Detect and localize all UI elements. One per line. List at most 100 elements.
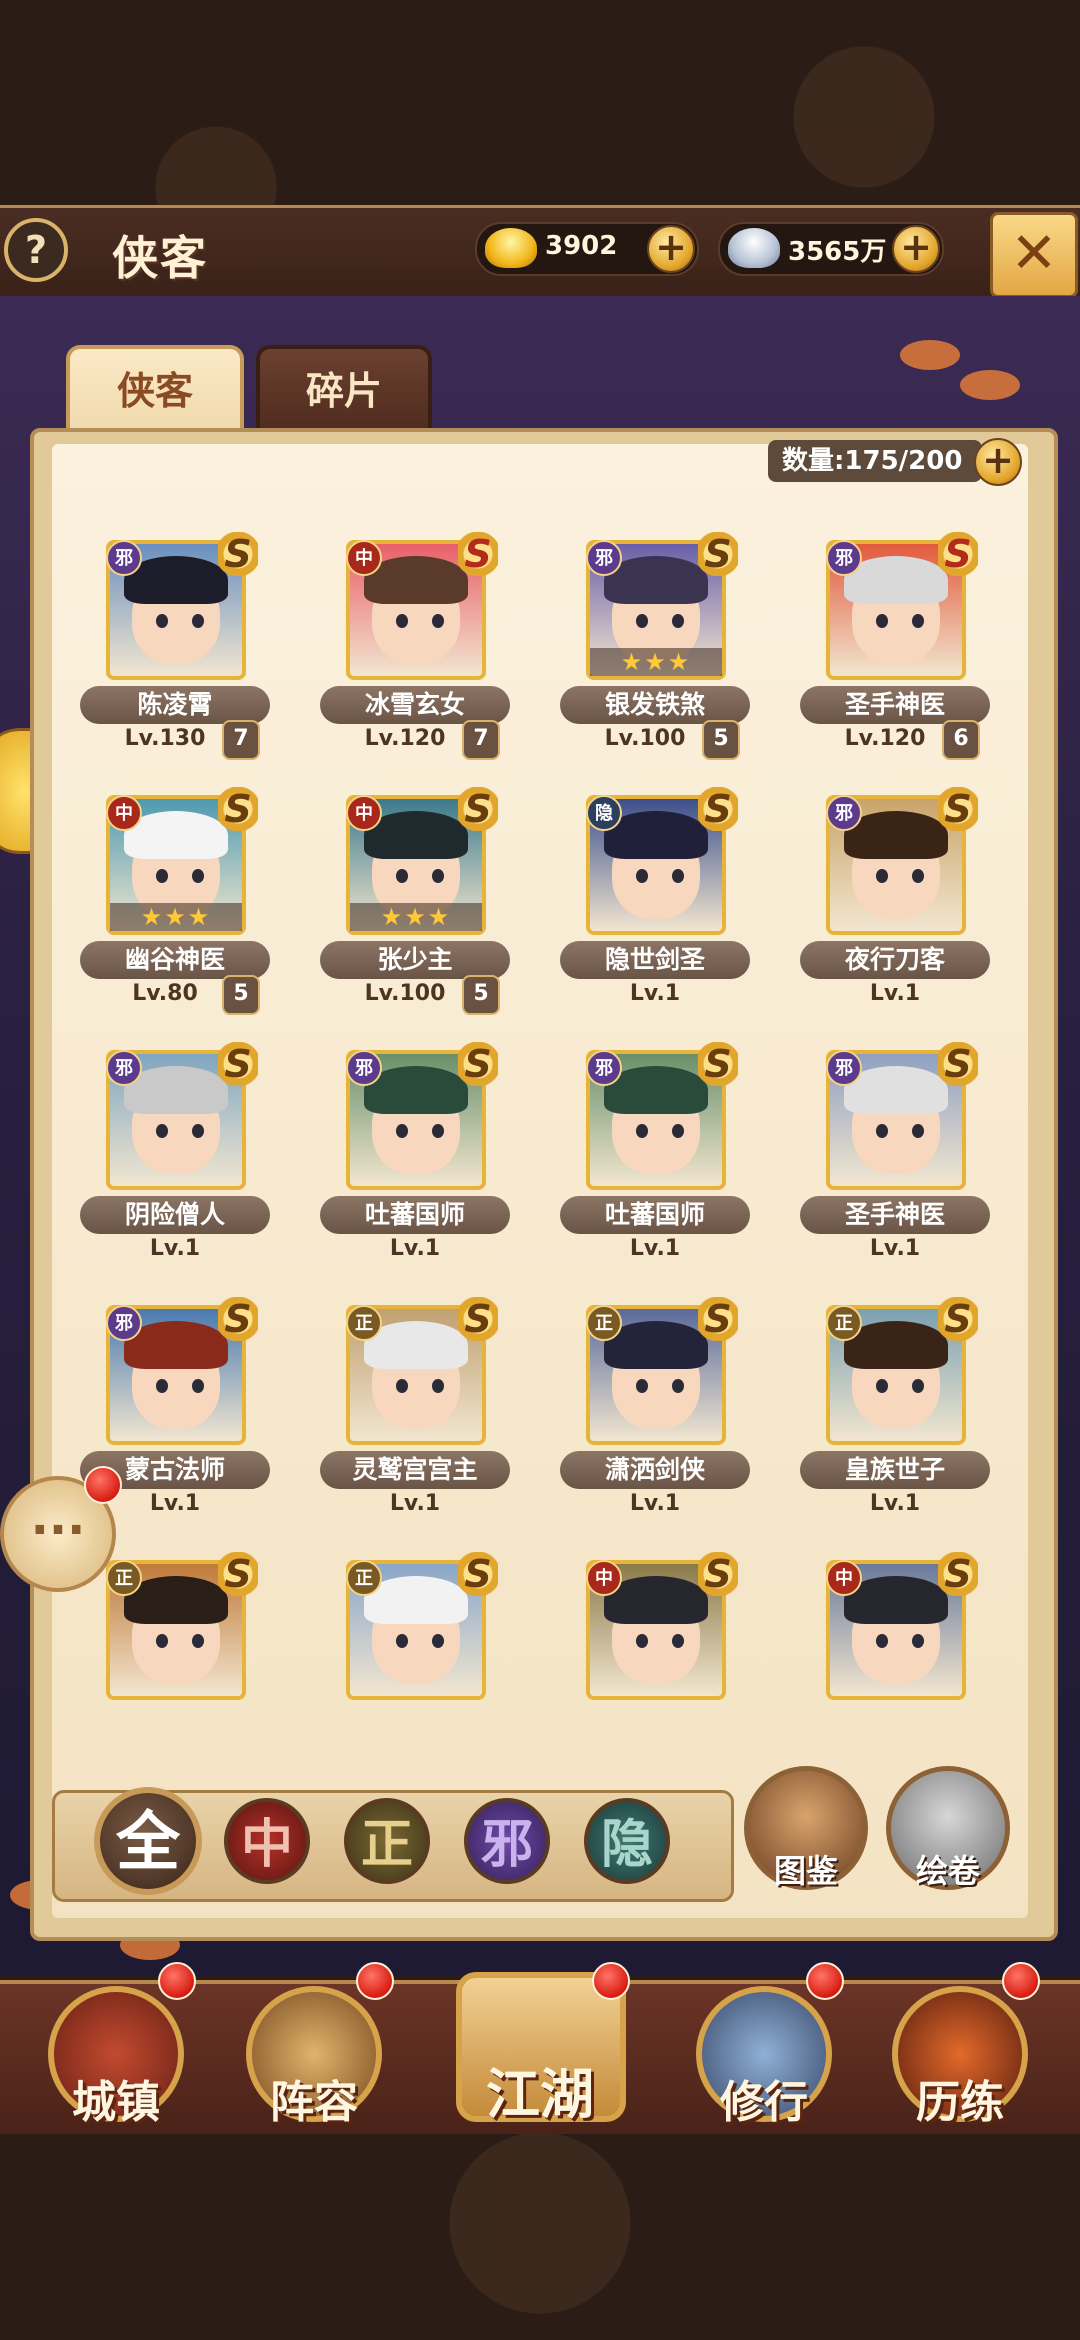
help-button[interactable]: ?: [4, 218, 68, 282]
tab-fragments[interactable]: 碎片: [256, 345, 432, 434]
nav-cultivate-label: 修行: [720, 2077, 808, 2128]
faction-badge: 正: [826, 1305, 862, 1341]
tier-s-badge: S: [938, 787, 978, 831]
tier-s-badge: S: [218, 1552, 258, 1596]
star-rating: ★★★: [590, 648, 722, 676]
tier-s-badge: S: [938, 532, 978, 576]
hero-card[interactable]: 中S: [790, 1552, 990, 1800]
filter-yin-button[interactable]: 隐: [584, 1798, 670, 1884]
gold-currency: 3902 +: [475, 222, 699, 276]
hero-name: 吐蕃国师: [560, 1196, 750, 1234]
hero-eye: [396, 869, 408, 883]
hero-eye: [192, 869, 204, 883]
hero-eye: [912, 1124, 924, 1138]
hero-eye: [432, 1634, 444, 1648]
faction-badge: 中: [346, 540, 382, 576]
filter-zhong-button[interactable]: 中: [224, 1798, 310, 1884]
hero-name: 吐蕃国师: [320, 1196, 510, 1234]
hero-card[interactable]: 正S: [70, 1552, 270, 1800]
hero-card[interactable]: 正 S 潇洒剑侠 Lv.1: [550, 1297, 750, 1545]
hero-duplicate-count: 5: [222, 975, 260, 1015]
hero-level: Lv.1: [149, 1491, 201, 1516]
faction-badge: 邪: [106, 540, 142, 576]
tier-s-badge: S: [458, 532, 498, 576]
faction-badge: 邪: [826, 795, 862, 831]
hero-eye: [912, 869, 924, 883]
hero-card[interactable]: 隐 S 隐世剑圣 Lv.1: [550, 787, 750, 1035]
codex-label: 图鉴: [773, 1852, 838, 1890]
faction-badge: 隐: [586, 795, 622, 831]
hero-eye: [192, 1379, 204, 1393]
hero-name: 潇洒剑侠: [560, 1451, 750, 1489]
filter-xie-button[interactable]: 邪: [464, 1798, 550, 1884]
hero-count: 数量:175/200: [768, 440, 982, 482]
hero-card[interactable]: 中S: [550, 1552, 750, 1800]
faction-badge: 正: [106, 1560, 142, 1596]
hero-card[interactable]: 邪 S 吐蕃国师 Lv.1: [310, 1042, 510, 1290]
hero-eye: [156, 1634, 168, 1648]
hero-level: Lv.1: [869, 1236, 921, 1261]
hero-card[interactable]: 邪 S ★★★ 银发铁煞 Lv.100 5: [550, 532, 750, 780]
hero-card[interactable]: 邪 S 吐蕃国师 Lv.1: [550, 1042, 750, 1290]
hero-card[interactable]: 正S: [310, 1552, 510, 1800]
tab-heroes[interactable]: 侠客: [66, 345, 244, 434]
hero-eye: [192, 614, 204, 628]
silver-amount: 3565万: [788, 237, 887, 267]
hero-card[interactable]: 邪 S 阴险僧人 Lv.1: [70, 1042, 270, 1290]
hero-card[interactable]: 邪 S 夜行刀客 Lv.1: [790, 787, 990, 1035]
faction-badge: 正: [346, 1305, 382, 1341]
silver-ingot-icon: [728, 228, 780, 268]
tier-s-badge: S: [458, 1297, 498, 1341]
hero-name: 阴险僧人: [80, 1196, 270, 1234]
tier-s-badge: S: [458, 787, 498, 831]
close-button[interactable]: ✕: [990, 212, 1078, 298]
hero-card[interactable]: 中 S ★★★ 幽谷神医 Lv.80 5: [70, 787, 270, 1035]
faction-badge: 正: [346, 1560, 382, 1596]
hero-eye: [432, 1124, 444, 1138]
faction-badge: 中: [826, 1560, 862, 1596]
hero-eye: [672, 1379, 684, 1393]
filter-all-button[interactable]: 全: [94, 1787, 202, 1895]
faction-badge: 邪: [586, 1050, 622, 1086]
page-title: 侠客: [112, 231, 208, 285]
hero-level: Lv.130: [124, 726, 206, 751]
hero-eye: [636, 1124, 648, 1138]
hero-card[interactable]: 邪 S 圣手神医 Lv.120 6: [790, 532, 990, 780]
expand-capacity-button[interactable]: +: [974, 438, 1022, 486]
hero-card[interactable]: 中 S 冰雪玄女 Lv.120 7: [310, 532, 510, 780]
faction-badge: 中: [586, 1560, 622, 1596]
hero-level: Lv.1: [629, 981, 681, 1006]
tier-s-badge: S: [698, 532, 738, 576]
gold-ingot-icon: [485, 228, 537, 268]
hero-card[interactable]: 中 S ★★★ 张少主 Lv.100 5: [310, 787, 510, 1035]
hero-eye: [396, 1634, 408, 1648]
nav-town-label: 城镇: [72, 2077, 160, 2128]
hero-duplicate-count: 5: [702, 720, 740, 760]
hero-eye: [912, 1634, 924, 1648]
hero-eye: [636, 614, 648, 628]
hero-eye: [876, 1124, 888, 1138]
faction-badge: 中: [106, 795, 142, 831]
hero-card[interactable]: 邪 S 圣手神医 Lv.1: [790, 1042, 990, 1290]
hero-level: Lv.1: [389, 1236, 441, 1261]
hero-eye: [432, 1379, 444, 1393]
faction-badge: 邪: [586, 540, 622, 576]
tier-s-badge: S: [698, 1552, 738, 1596]
hero-eye: [636, 1379, 648, 1393]
maple-leaf-icon: [960, 370, 1020, 400]
tier-s-badge: S: [458, 1042, 498, 1086]
hero-level: Lv.1: [869, 981, 921, 1006]
hero-eye: [672, 869, 684, 883]
hero-name: 冰雪玄女: [320, 686, 510, 724]
hero-card[interactable]: 正 S 皇族世子 Lv.1: [790, 1297, 990, 1545]
tier-s-badge: S: [218, 532, 258, 576]
nav-jianghu-notification-dot: [592, 1962, 630, 2000]
nav-training-notification-dot: [1002, 1962, 1040, 2000]
add-gold-button[interactable]: +: [647, 225, 695, 273]
hero-eye: [876, 1634, 888, 1648]
hero-card[interactable]: 邪 S 陈凌霄 Lv.130 7: [70, 532, 270, 780]
filter-zheng-button[interactable]: 正: [344, 1798, 430, 1884]
hero-card[interactable]: 正 S 灵鹫宫宫主 Lv.1: [310, 1297, 510, 1545]
hero-name: 夜行刀客: [800, 941, 990, 979]
add-silver-button[interactable]: +: [892, 225, 940, 273]
